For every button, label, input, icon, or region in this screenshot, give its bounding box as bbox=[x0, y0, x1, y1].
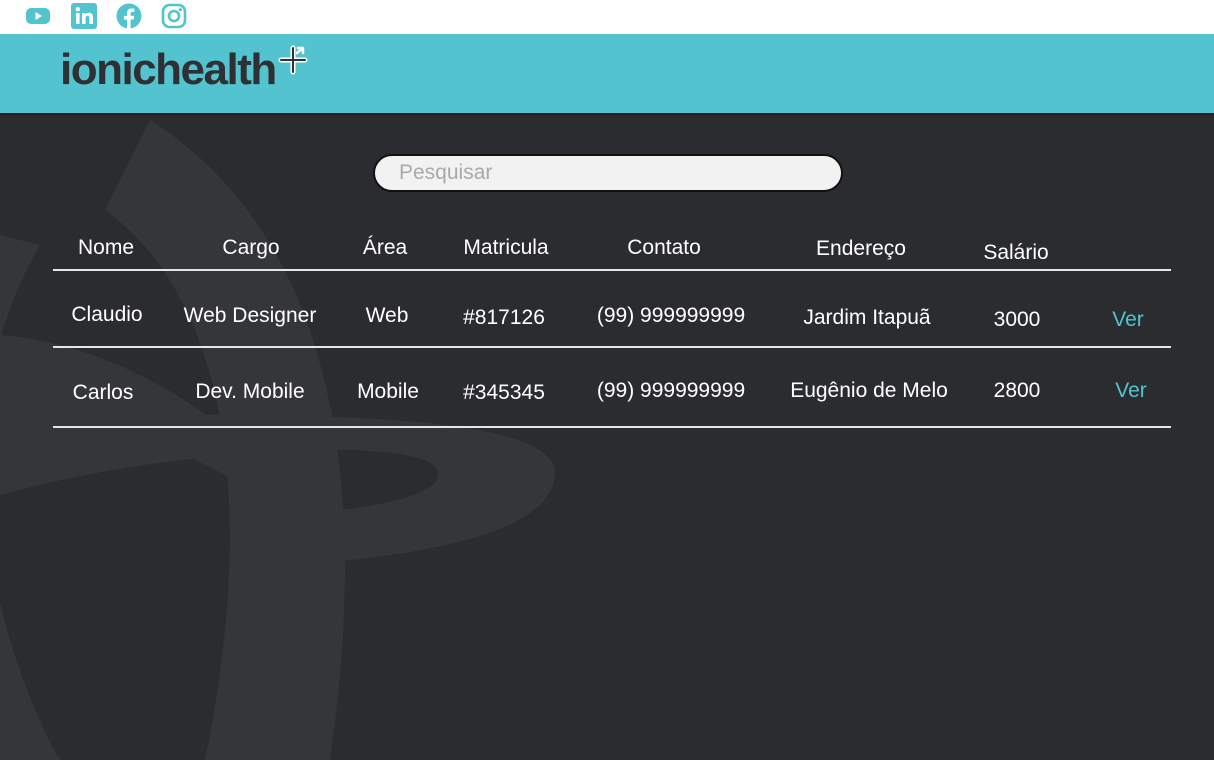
plus-arrow-icon bbox=[278, 45, 308, 80]
header-nome: Nome bbox=[77, 236, 135, 259]
header-divider bbox=[53, 269, 1171, 271]
cell-area: Web bbox=[365, 304, 409, 327]
brand-logo[interactable]: ionichealth bbox=[60, 48, 277, 92]
row-divider bbox=[53, 346, 1171, 348]
social-bar bbox=[0, 0, 1214, 34]
cell-salario: 2800 bbox=[993, 379, 1041, 402]
facebook-icon[interactable] bbox=[116, 3, 142, 29]
cell-matricula: #345345 bbox=[463, 381, 545, 404]
search-field[interactable] bbox=[373, 154, 843, 192]
header-matricula: Matricula bbox=[463, 236, 549, 259]
cell-nome: Carlos bbox=[72, 381, 134, 404]
header-area: Área bbox=[362, 236, 408, 259]
cell-cargo: Web Designer bbox=[183, 304, 317, 327]
linkedin-icon[interactable] bbox=[71, 3, 97, 29]
search-input[interactable] bbox=[399, 156, 819, 190]
cell-nome: Claudio bbox=[71, 303, 143, 326]
cell-contato: (99) 999999999 bbox=[596, 379, 746, 402]
cell-area: Mobile bbox=[357, 380, 419, 403]
cell-endereco: Eugênio de Melo bbox=[790, 379, 948, 402]
watermark-logo bbox=[0, 120, 556, 760]
cell-cargo: Dev. Mobile bbox=[195, 380, 305, 403]
cell-salario: 3000 bbox=[993, 308, 1041, 331]
cell-contato: (99) 999999999 bbox=[596, 304, 746, 327]
ver-link[interactable]: Ver bbox=[1112, 309, 1144, 330]
app-header: ionichealth bbox=[0, 34, 1214, 115]
row-divider bbox=[53, 426, 1171, 428]
header-salario: Salário bbox=[983, 241, 1049, 264]
header-cargo: Cargo bbox=[222, 236, 280, 259]
cell-matricula: #817126 bbox=[463, 306, 545, 329]
ver-link[interactable]: Ver bbox=[1115, 380, 1147, 401]
instagram-icon[interactable] bbox=[161, 3, 187, 29]
youtube-icon[interactable] bbox=[25, 3, 51, 29]
header-endereco: Endereço bbox=[816, 237, 906, 260]
header-contato: Contato bbox=[627, 236, 701, 259]
cell-endereco: Jardim Itapuã bbox=[803, 306, 931, 329]
employee-panel: Nome Cargo Área Matricula Contato Endere… bbox=[0, 115, 1214, 760]
